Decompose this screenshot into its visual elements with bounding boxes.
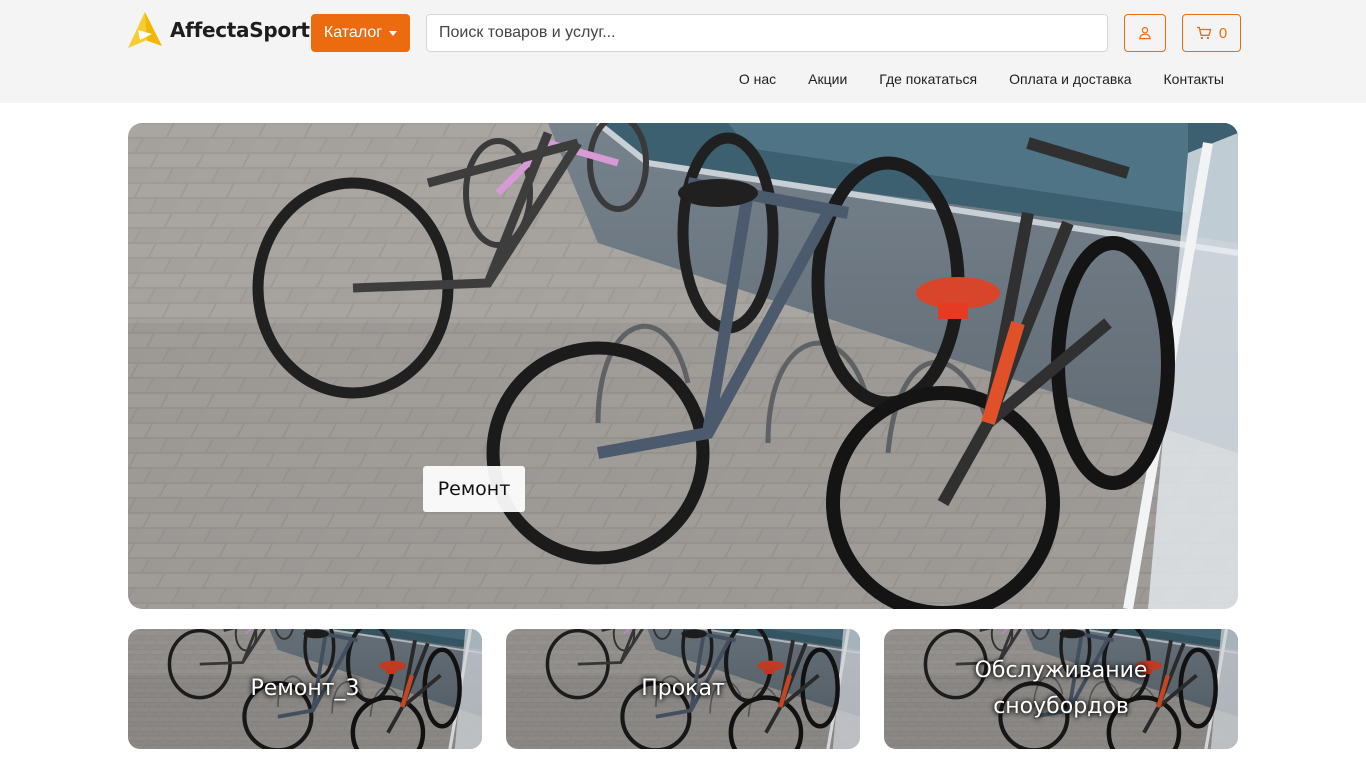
nav-link-contacts[interactable]: Контакты (1148, 69, 1240, 89)
hero-banner[interactable]: Ремонт (128, 123, 1238, 609)
search-input[interactable] (426, 14, 1108, 52)
cart-icon (1196, 26, 1212, 40)
category-card-repair3[interactable]: Ремонт_3 (128, 629, 482, 749)
category-card-snowboard-service[interactable]: Обслуживание сноубордов (884, 629, 1238, 749)
logo-icon (128, 12, 162, 48)
account-button[interactable] (1124, 14, 1166, 52)
user-icon (1139, 26, 1151, 40)
hero-bikes-image (128, 123, 1238, 609)
cart-count: 0 (1218, 24, 1228, 42)
card-title: Обслуживание сноубордов (974, 658, 1148, 719)
logo-text: AffectaSport (170, 18, 310, 42)
card-title: Ремонт_3 (250, 676, 360, 701)
nav-link-payment-delivery[interactable]: Оплата и доставка (993, 69, 1147, 89)
nav-link-about[interactable]: О нас (723, 69, 792, 89)
main-nav: О нас Акции Где покататься Оплата и дост… (723, 69, 1240, 89)
nav-link-where-to-ride[interactable]: Где покататься (863, 69, 993, 89)
catalog-label: Каталог (323, 24, 383, 41)
site-header: AffectaSport Каталог 0 О нас Акции Где п… (0, 0, 1366, 103)
category-card-rental[interactable]: Прокат (506, 629, 860, 749)
nav-link-promotions[interactable]: Акции (792, 69, 863, 89)
catalog-button[interactable]: Каталог (311, 14, 410, 52)
hero-repair-button[interactable]: Ремонт (423, 466, 525, 512)
card-title: Прокат (641, 676, 725, 701)
site-logo[interactable]: AffectaSport (126, 10, 310, 50)
chevron-down-icon (389, 31, 398, 36)
cart-button[interactable]: 0 (1182, 14, 1241, 52)
